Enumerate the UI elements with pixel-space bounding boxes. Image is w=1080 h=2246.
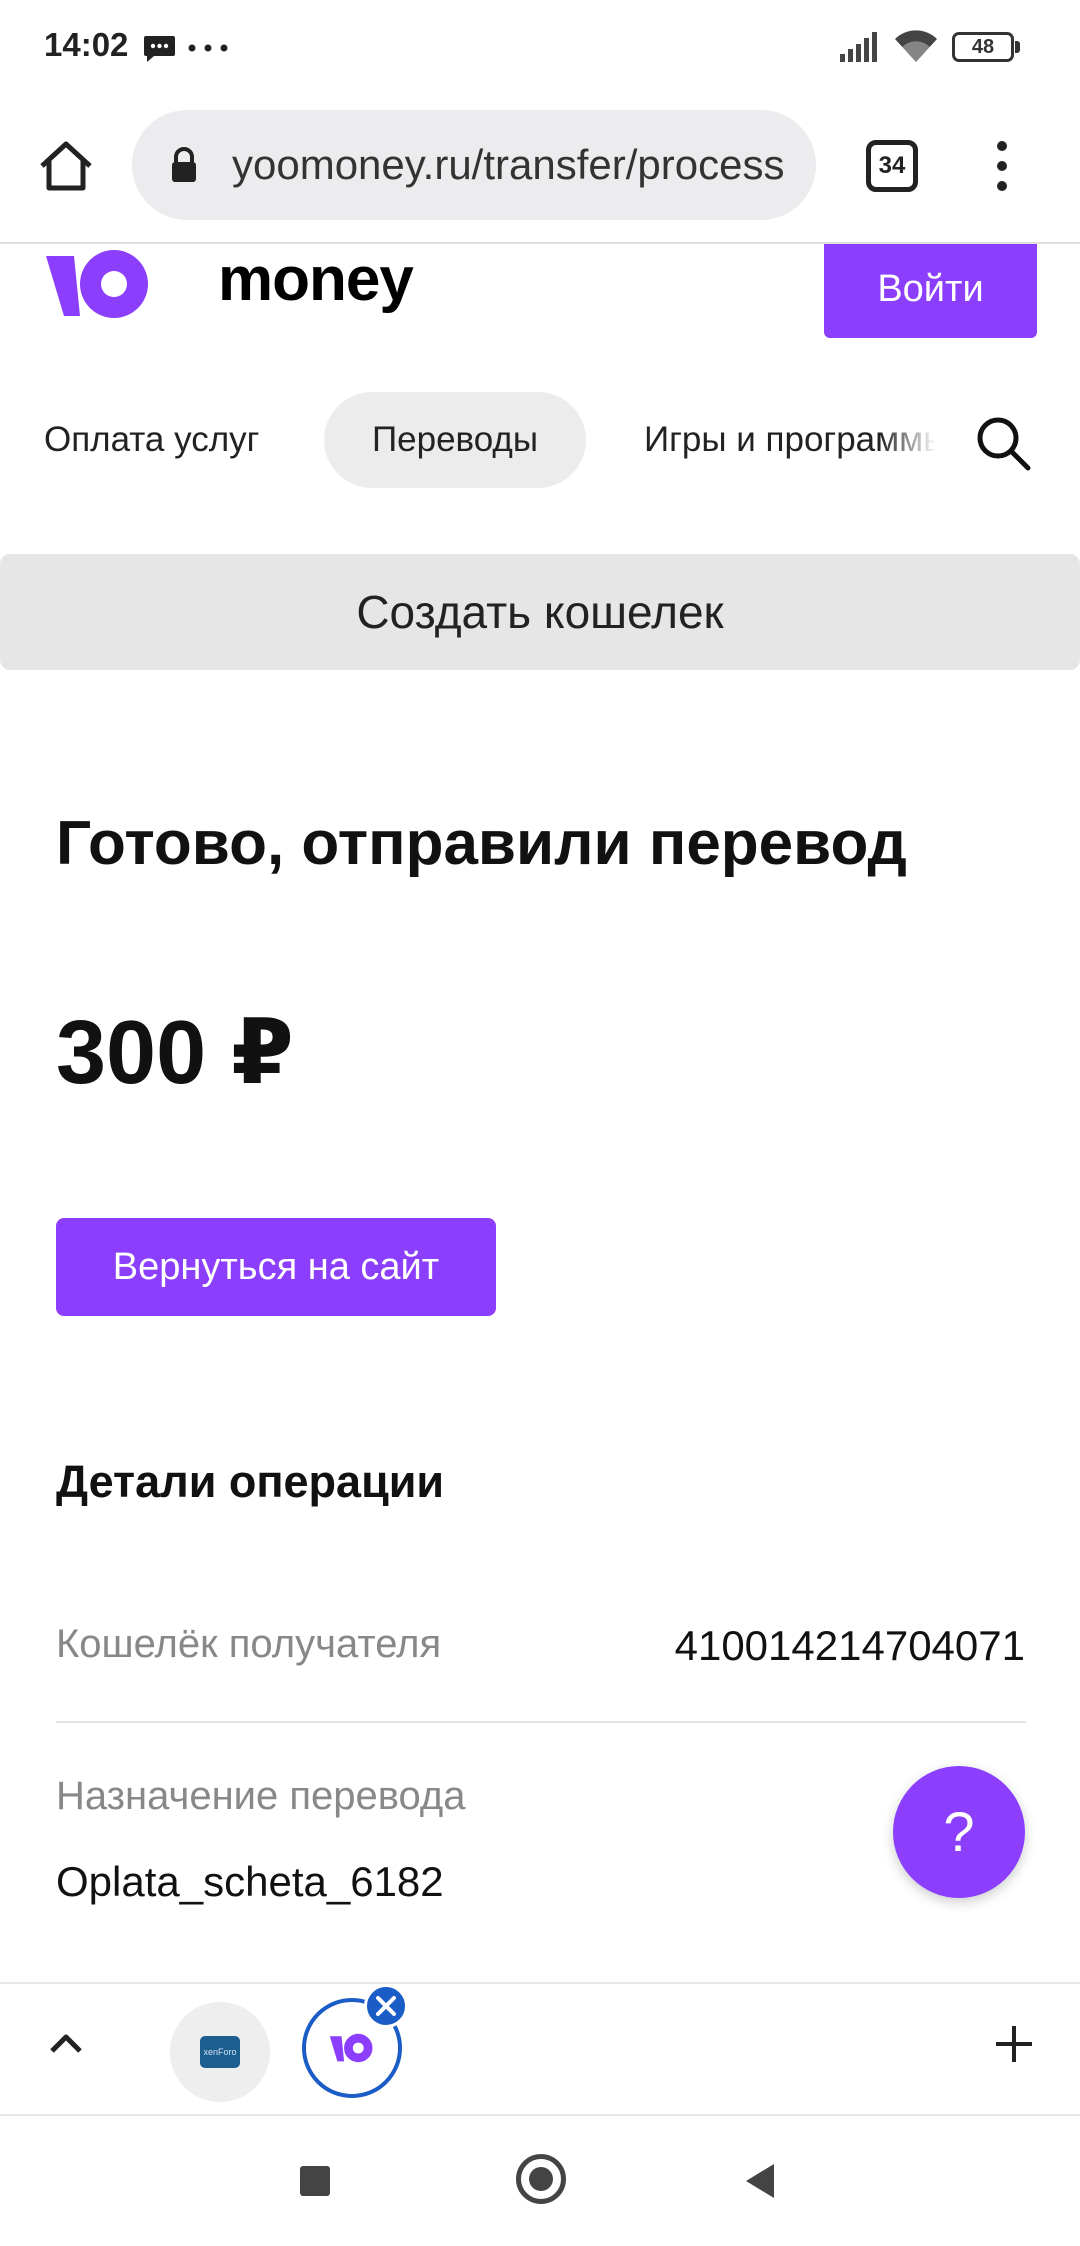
help-button[interactable]: ?	[893, 1766, 1025, 1898]
login-button[interactable]: Войти	[824, 244, 1037, 338]
browser-toolbar: yoomoney.ru/transfer/process 34	[0, 96, 1080, 244]
home-icon[interactable]	[36, 136, 96, 196]
system-navigation-bar	[0, 2116, 1080, 2246]
tabs-count-button[interactable]: 34	[866, 140, 918, 192]
transfer-purpose-value: Oplata_scheta_6182	[56, 1858, 444, 1905]
battery-level: 48	[952, 32, 1014, 62]
signal-icon	[840, 32, 877, 62]
nav-item-payments[interactable]: Оплата услуг	[44, 392, 259, 488]
status-time: 14:02	[44, 26, 129, 63]
logo-text: money	[218, 245, 414, 314]
back-triangle-icon[interactable]	[744, 2162, 776, 2200]
transfer-amount: 300 ₽	[56, 1003, 294, 1103]
divider	[56, 1721, 1026, 1723]
back-to-site-button[interactable]: Вернуться на сайт	[56, 1218, 496, 1316]
close-tab-icon[interactable]	[364, 1984, 408, 2028]
tab-strip: xenForo	[0, 1982, 1080, 2116]
create-wallet-button[interactable]: Создать кошелек	[0, 554, 1080, 670]
more-menu-icon[interactable]	[990, 136, 1014, 196]
yoomoney-logo[interactable]: money	[44, 244, 414, 324]
nav-item-transfers[interactable]: Переводы	[324, 392, 586, 488]
details-title: Детали операции	[56, 1456, 445, 1507]
recipient-wallet-label: Кошелёк получателя	[56, 1622, 442, 1666]
xenforo-favicon: xenForo	[200, 2036, 240, 2068]
search-icon[interactable]	[974, 414, 1032, 472]
message-icon	[144, 36, 175, 62]
wifi-icon	[895, 30, 937, 62]
tab-thumbnail-xenforo[interactable]: xenForo	[170, 2002, 270, 2102]
recipient-wallet-value: 410014214704071	[674, 1622, 1025, 1669]
battery-icon: 48	[952, 32, 1020, 62]
address-bar[interactable]: yoomoney.ru/transfer/process	[132, 110, 816, 220]
recents-icon[interactable]	[300, 2166, 330, 2196]
chevron-up-icon[interactable]	[46, 2024, 86, 2064]
status-bar: 14:02 48	[0, 0, 1080, 96]
site-header: money Войти	[0, 244, 1080, 364]
home-circle-icon[interactable]	[516, 2154, 566, 2204]
category-nav: Оплата услуг Переводы Игры и программы	[0, 392, 1080, 488]
add-tab-icon[interactable]	[994, 2024, 1034, 2064]
page-title: Готово, отправили перевод	[56, 809, 907, 878]
url-text: yoomoney.ru/transfer/process	[232, 141, 785, 188]
lock-icon	[172, 147, 196, 182]
more-notifications-icon	[188, 44, 228, 52]
yoomoney-logo-icon	[46, 250, 148, 318]
yoomoney-favicon	[329, 2033, 373, 2063]
transfer-purpose-label: Назначение перевода	[56, 1774, 466, 1818]
